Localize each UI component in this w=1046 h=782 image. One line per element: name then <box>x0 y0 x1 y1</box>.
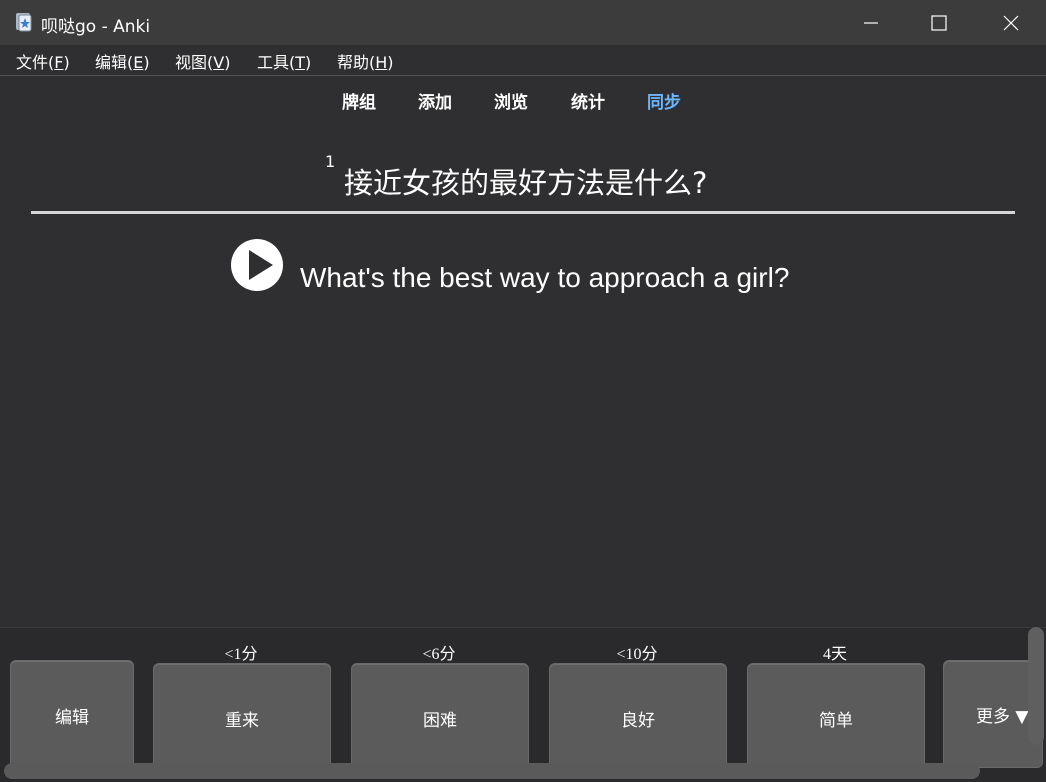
play-audio-icon[interactable] <box>230 238 284 292</box>
anki-app-icon <box>16 13 32 32</box>
answer-hard-button[interactable]: 困难 <box>351 663 529 773</box>
maximize-icon <box>931 14 947 31</box>
main-toolbar: 牌组 添加 浏览 统计 同步 <box>0 88 1046 113</box>
menu-edit[interactable]: 编辑(E) <box>95 49 150 73</box>
card-question: 接近女孩的最好方法是什么? <box>344 166 708 200</box>
answer-again-button[interactable]: 重来 <box>153 663 331 773</box>
horizontal-scrollbar[interactable] <box>4 763 980 779</box>
more-button-label: 更多 ▼ <box>976 706 1029 727</box>
toolbar-add-link[interactable]: 添加 <box>418 88 452 113</box>
answer-easy-button[interactable]: 简单 <box>747 663 925 773</box>
edit-button-label: 编辑 <box>55 707 89 728</box>
toolbar-stats-link[interactable]: 统计 <box>571 88 605 113</box>
card-answer: What's the best way to approach a girl? <box>300 262 790 293</box>
menu-bar: 文件(F) 编辑(E) 视图(V) 工具(T) 帮助(H) <box>0 45 1046 76</box>
answer-hard-label: 困难 <box>423 710 457 731</box>
due-again: <1分 <box>224 646 258 663</box>
minimize-button[interactable] <box>848 0 894 45</box>
vertical-scrollbar[interactable] <box>1028 627 1044 745</box>
answer-good-button[interactable]: 良好 <box>549 663 727 773</box>
answer-again-label: 重来 <box>225 710 259 731</box>
menu-tools[interactable]: 工具(T) <box>257 49 311 73</box>
close-button[interactable] <box>988 0 1034 45</box>
menu-file[interactable]: 文件(F) <box>16 49 70 73</box>
toolbar-sync-link[interactable]: 同步 <box>647 88 681 113</box>
close-icon <box>1003 15 1019 30</box>
minimize-icon <box>864 21 878 24</box>
title-bar: 呗哒go - Anki <box>0 0 1046 45</box>
answer-good-label: 良好 <box>621 710 655 731</box>
answer-easy-label: 简单 <box>819 710 853 731</box>
edit-button[interactable]: 编辑 <box>10 660 134 770</box>
question-superscript: 1 <box>325 152 336 171</box>
toolbar-browse-link[interactable]: 浏览 <box>494 88 528 113</box>
card-divider <box>31 211 1015 214</box>
window-title: 呗哒go - Anki <box>41 17 151 37</box>
menu-view[interactable]: 视图(V) <box>175 49 230 73</box>
due-hard: <6分 <box>422 646 456 663</box>
due-good: <10分 <box>616 646 658 663</box>
due-easy: 4天 <box>822 646 847 663</box>
toolbar-decks-link[interactable]: 牌组 <box>342 88 376 113</box>
maximize-button[interactable] <box>916 0 962 45</box>
menu-help[interactable]: 帮助(H) <box>337 49 394 73</box>
